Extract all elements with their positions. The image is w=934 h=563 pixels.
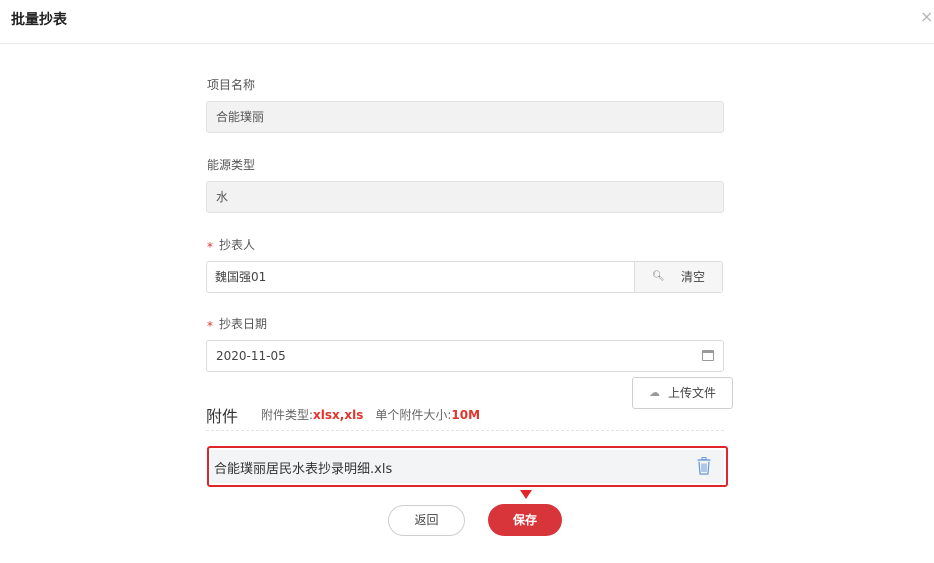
date-label: * 抄表日期 <box>207 315 268 333</box>
date-label-text: 抄表日期 <box>219 317 268 331</box>
attachment-type-value: xlsx,xls <box>313 408 364 422</box>
reader-value[interactable]: 魏国强01 <box>215 262 266 292</box>
date-input[interactable]: 2020-11-05 <box>206 340 724 372</box>
down-arrow-icon <box>520 490 532 499</box>
attachment-type-label: 附件类型: <box>261 408 314 422</box>
search-icon[interactable]: 🔍︎ <box>652 262 665 292</box>
attachment-size-value: 10M <box>451 408 481 422</box>
energy-value: 水 <box>216 190 229 204</box>
date-value[interactable]: 2020-11-05 <box>216 349 286 363</box>
project-field: 合能璞丽 <box>206 101 724 133</box>
required-mark: * <box>207 240 213 254</box>
energy-label: 能源类型 <box>207 158 256 172</box>
attachment-hint: 附件类型:xlsx,xls 单个附件大小:10M <box>261 406 480 423</box>
divider <box>206 430 724 431</box>
attachment-title: 附件 <box>206 407 239 426</box>
dialog-title: 批量抄表 <box>11 12 67 28</box>
energy-field: 水 <box>206 181 724 213</box>
calendar-icon[interactable] <box>702 350 714 361</box>
file-list-highlight: 合能璞丽居民水表抄录明细.xls <box>207 446 728 487</box>
dialog-header: 批量抄表 × <box>0 0 934 44</box>
upload-button-label[interactable]: 上传文件 <box>668 378 716 408</box>
reader-search-clear-button[interactable]: 🔍︎ 清空 <box>634 262 722 292</box>
file-name[interactable]: 合能璞丽居民水表抄录明细.xls <box>214 458 392 477</box>
required-mark: * <box>207 319 213 333</box>
reader-label: * 抄表人 <box>207 236 256 254</box>
reader-label-text: 抄表人 <box>219 238 256 252</box>
project-label: 项目名称 <box>207 78 256 92</box>
reader-input[interactable]: 魏国强01 🔍︎ 清空 <box>206 261 723 293</box>
back-button[interactable]: 返回 <box>388 505 465 536</box>
attachment-size-label: 单个附件大小: <box>375 408 452 422</box>
project-value: 合能璞丽 <box>216 110 265 124</box>
cloud-upload-icon: ☁ <box>649 386 660 399</box>
close-icon[interactable]: × <box>920 8 934 26</box>
clear-button-label[interactable]: 清空 <box>681 262 705 292</box>
trash-icon[interactable] <box>697 457 711 475</box>
file-list-item: 合能璞丽居民水表抄录明细.xls <box>211 450 724 483</box>
upload-file-button[interactable]: ☁ 上传文件 <box>632 377 733 409</box>
save-button[interactable]: 保存 <box>488 504 562 536</box>
